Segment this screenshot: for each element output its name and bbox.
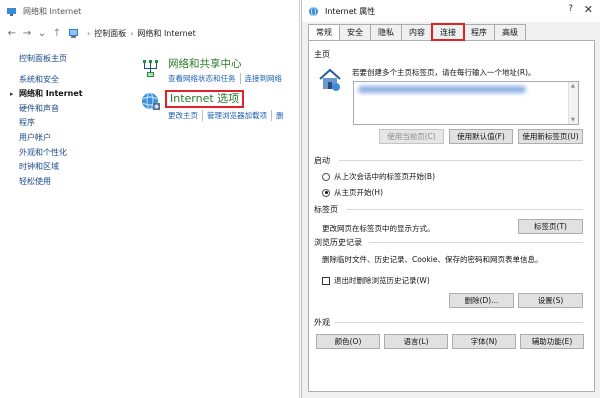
use-new-tab-button[interactable]: 使用新标签页(U) <box>518 129 583 144</box>
delete-history-on-exit-checkbox[interactable]: 退出时删除浏览历史记录(W) <box>322 275 430 286</box>
tabs-settings-button[interactable]: 标签页(T) <box>518 219 583 234</box>
general-tab-panel: 主页 若要创建多个主页标签页，请在每行输入一个地址(R)。 ▲ ▼ 使用当前页(… <box>308 40 595 392</box>
breadcrumb-item-control-panel[interactable]: 控制面板 <box>94 28 126 39</box>
sidebar-item-home[interactable]: 控制面板主页 <box>0 52 120 67</box>
tab-programs[interactable]: 程序 <box>463 24 495 40</box>
up-arrow-icon[interactable]: ↑ <box>51 26 63 40</box>
dialog-tabs: 常规 安全 隐私 内容 连接 程序 高级 <box>308 23 526 41</box>
tabs-description: 更改网页在标签页中的显示方式。 <box>322 224 435 233</box>
accessibility-button[interactable]: 辅助功能(E) <box>520 334 584 349</box>
tab-advanced[interactable]: 高级 <box>494 24 526 40</box>
section-label-appearance: 外观 <box>314 318 330 327</box>
network-icon <box>7 7 16 16</box>
forward-arrow-icon[interactable]: → <box>21 26 33 40</box>
category-network-sharing: 网络和共享中心 查看网络状态和任务 连接到网络 <box>140 58 300 84</box>
dialog-titlebar: Internet 属性 ? ✕ <box>302 0 600 22</box>
divider <box>339 160 583 161</box>
sidebar-item-programs[interactable]: 程序 <box>0 116 120 131</box>
url-scrollbar[interactable]: ▲ ▼ <box>568 82 578 124</box>
radio-dot <box>322 172 330 181</box>
manage-browser-addons-link[interactable]: 管理浏览器加载项 <box>207 110 272 121</box>
breadcrumb-separator-icon: › <box>130 28 134 38</box>
cp-address-bar: ← → ⌄ ↑ › 控制面板 › 网络和 Internet <box>0 22 300 44</box>
radio-dot-selected <box>322 188 330 197</box>
internet-options-icon <box>142 92 160 110</box>
section-label-tabs: 标签页 <box>314 205 338 214</box>
divider <box>335 322 583 323</box>
scroll-down-icon[interactable]: ▼ <box>571 117 575 123</box>
section-label-browsing-history: 浏览历史记录 <box>314 238 362 247</box>
breadcrumb-separator-icon: › <box>87 28 91 38</box>
use-default-button[interactable]: 使用默认值(F) <box>449 129 513 144</box>
tab-content[interactable]: 内容 <box>401 24 433 40</box>
homepage-hint: 若要创建多个主页标签页，请在每行输入一个地址(R)。 <box>352 68 536 77</box>
radio-label: 从上次会话中的标签页开始(B) <box>334 172 435 181</box>
homepage-house-icon <box>319 68 341 91</box>
cp-window-title: 网络和 Internet <box>23 6 82 16</box>
history-description: 删除临时文件、历史记录、Cookie、保存的密码和网页表单信息。 <box>322 255 543 264</box>
tab-privacy[interactable]: 隐私 <box>370 24 402 40</box>
blurred-homepage-url <box>358 86 526 93</box>
scroll-up-icon[interactable]: ▲ <box>571 83 575 89</box>
cp-titlebar: 网络和 Internet <box>0 0 300 22</box>
dialog-title: Internet 属性 <box>325 6 376 16</box>
section-label-startup: 启动 <box>314 156 330 165</box>
radio-startup-last-session[interactable]: 从上次会话中的标签页开始(B) <box>322 171 435 182</box>
radio-label: 从主页开始(H) <box>334 188 383 197</box>
breadcrumb[interactable]: › 控制面板 › 网络和 Internet <box>68 25 196 41</box>
cp-content: 网络和共享中心 查看网络状态和任务 连接到网络 Internet 选项 更改主页 <box>140 58 300 121</box>
network-sharing-center-link[interactable]: 网络和共享中心 <box>168 58 290 71</box>
sidebar-item-ease-of-access[interactable]: 轻松使用 <box>0 175 120 190</box>
checkbox-box <box>322 276 330 285</box>
languages-button[interactable]: 语言(L) <box>384 334 448 349</box>
control-panel-icon <box>69 28 78 38</box>
sidebar-item-appearance[interactable]: 外观和个性化 <box>0 146 120 161</box>
divider <box>369 242 583 243</box>
breadcrumb-item-network-internet[interactable]: 网络和 Internet <box>137 28 195 39</box>
tab-security[interactable]: 安全 <box>339 24 371 40</box>
internet-options-link[interactable]: Internet 选项 <box>165 90 245 108</box>
tab-connections[interactable]: 连接 <box>431 23 465 41</box>
change-home-page-link[interactable]: 更改主页 <box>168 110 203 121</box>
colors-button[interactable]: 颜色(O) <box>316 334 380 349</box>
tab-general[interactable]: 常规 <box>308 24 340 41</box>
sidebar-item-user-accounts[interactable]: 用户帐户 <box>0 131 120 146</box>
internet-properties-dialog: Internet 属性 ? ✕ 常规 安全 隐私 内容 连接 程序 高级 主页 … <box>301 0 600 398</box>
sidebar-item-network-internet[interactable]: 网络和 Internet <box>0 87 120 102</box>
close-icon[interactable]: ✕ <box>584 3 593 16</box>
recent-locations-chevron-icon[interactable]: ⌄ <box>36 26 48 40</box>
history-settings-button[interactable]: 设置(S) <box>518 293 583 308</box>
cp-sidebar: 控制面板主页 系统和安全 网络和 Internet 硬件和声音 程序 用户帐户 … <box>0 52 120 189</box>
view-network-status-link[interactable]: 查看网络状态和任务 <box>168 73 241 84</box>
help-icon[interactable]: ? <box>568 4 573 14</box>
connect-to-network-link[interactable]: 连接到网络 <box>245 73 287 84</box>
radio-startup-homepage[interactable]: 从主页开始(H) <box>322 187 383 198</box>
checkbox-label: 退出时删除浏览历史记录(W) <box>334 276 430 285</box>
control-panel-window: 网络和 Internet ← → ⌄ ↑ › 控制面板 › 网络和 Intern… <box>0 0 300 398</box>
internet-options-icon <box>309 6 318 16</box>
sidebar-item-hardware-sound[interactable]: 硬件和声音 <box>0 102 120 117</box>
divider <box>347 209 583 210</box>
back-arrow-icon[interactable]: ← <box>6 26 18 40</box>
network-sharing-center-icon <box>143 60 158 77</box>
section-label-homepage: 主页 <box>314 50 330 59</box>
category-internet-options: Internet 选项 更改主页 管理浏览器加载项 删 <box>140 90 300 121</box>
homepage-url-input[interactable]: ▲ ▼ <box>353 81 579 125</box>
fonts-button[interactable]: 字体(N) <box>452 334 516 349</box>
delete-browsing-history-link[interactable]: 删 <box>276 110 288 121</box>
sidebar-item-clock-region[interactable]: 时钟和区域 <box>0 160 120 175</box>
delete-history-button[interactable]: 删除(D)... <box>449 293 514 308</box>
use-current-button[interactable]: 使用当前页(C) <box>379 129 444 144</box>
sidebar-item-system-security[interactable]: 系统和安全 <box>0 73 120 88</box>
